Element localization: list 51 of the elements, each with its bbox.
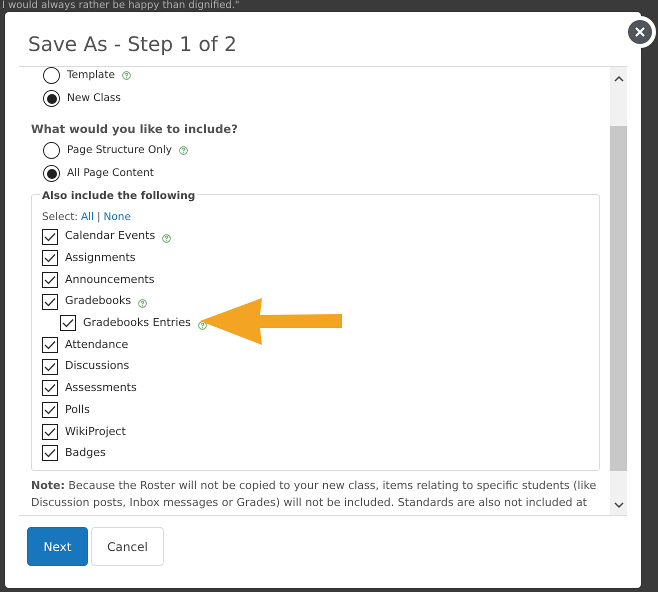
checkbox-label: Attendance: [65, 336, 128, 353]
radio-button[interactable]: [43, 90, 60, 107]
cancel-button[interactable]: Cancel: [91, 527, 164, 566]
help-icon[interactable]: [138, 299, 148, 308]
scroll-down-icon[interactable]: [614, 502, 624, 509]
checkbox-label: Assessments: [65, 380, 137, 396]
help-icon[interactable]: [198, 320, 207, 330]
checkbox[interactable]: [42, 250, 58, 266]
select-label: Select:: [42, 210, 78, 225]
checkbox-label: Discussions: [65, 358, 130, 374]
radio-button[interactable]: [43, 67, 60, 84]
next-button[interactable]: Next: [27, 527, 88, 566]
note-text: Note: Because the Roster will not be copied to your new class, items relating to specific students (like Discussion posts, Inbox messages or Grades) will not be included. Standards are also not included at: [31, 478, 598, 512]
fieldset-legend: Also include the following: [40, 190, 198, 202]
help-icon[interactable]: [179, 146, 188, 156]
checkbox[interactable]: [42, 337, 58, 354]
question-label: What would you like to include?: [31, 121, 239, 138]
checkbox[interactable]: [42, 402, 58, 418]
help-icon[interactable]: [122, 71, 131, 80]
background-text: I would always rather be happy than dignified.": [2, 0, 240, 12]
select-none-link[interactable]: None: [104, 210, 131, 226]
checkbox-label: Polls: [65, 402, 90, 418]
checkbox[interactable]: [60, 315, 76, 332]
select-all-link[interactable]: All: [80, 210, 94, 226]
checkbox-label: Badges: [65, 445, 106, 462]
close-icon: [635, 27, 645, 37]
scrollbar[interactable]: [610, 67, 627, 515]
checkbox-label: Announcements: [65, 272, 154, 288]
checkbox-label: Gradebooks: [65, 293, 132, 310]
checkbox[interactable]: [42, 294, 58, 310]
checkbox[interactable]: [42, 380, 58, 396]
radio-button[interactable]: [43, 142, 60, 160]
radio-label: Template: [67, 68, 115, 83]
checkbox-label: Assignments: [65, 250, 136, 266]
checkbox[interactable]: [42, 228, 58, 245]
separator: |: [96, 210, 101, 225]
checkbox-label: WikiProject: [65, 424, 126, 440]
scrollbar-thumb[interactable]: [610, 126, 627, 471]
checkbox[interactable]: [42, 445, 58, 462]
dialog-title: Save As - Step 1 of 2: [28, 32, 237, 56]
radio-button[interactable]: [43, 165, 60, 182]
help-icon[interactable]: [162, 234, 172, 244]
checkbox[interactable]: [42, 424, 58, 440]
radio-label: All Page Content: [67, 166, 154, 182]
checkbox-label: Calendar Events: [65, 228, 156, 244]
radio-label: New Class: [67, 91, 121, 106]
radio-label: Page Structure Only: [67, 143, 172, 158]
scroll-up-icon[interactable]: [614, 75, 624, 82]
checkbox[interactable]: [42, 272, 58, 288]
checkbox[interactable]: [42, 358, 58, 375]
checkbox-label: Gradebooks Entries: [83, 315, 191, 332]
